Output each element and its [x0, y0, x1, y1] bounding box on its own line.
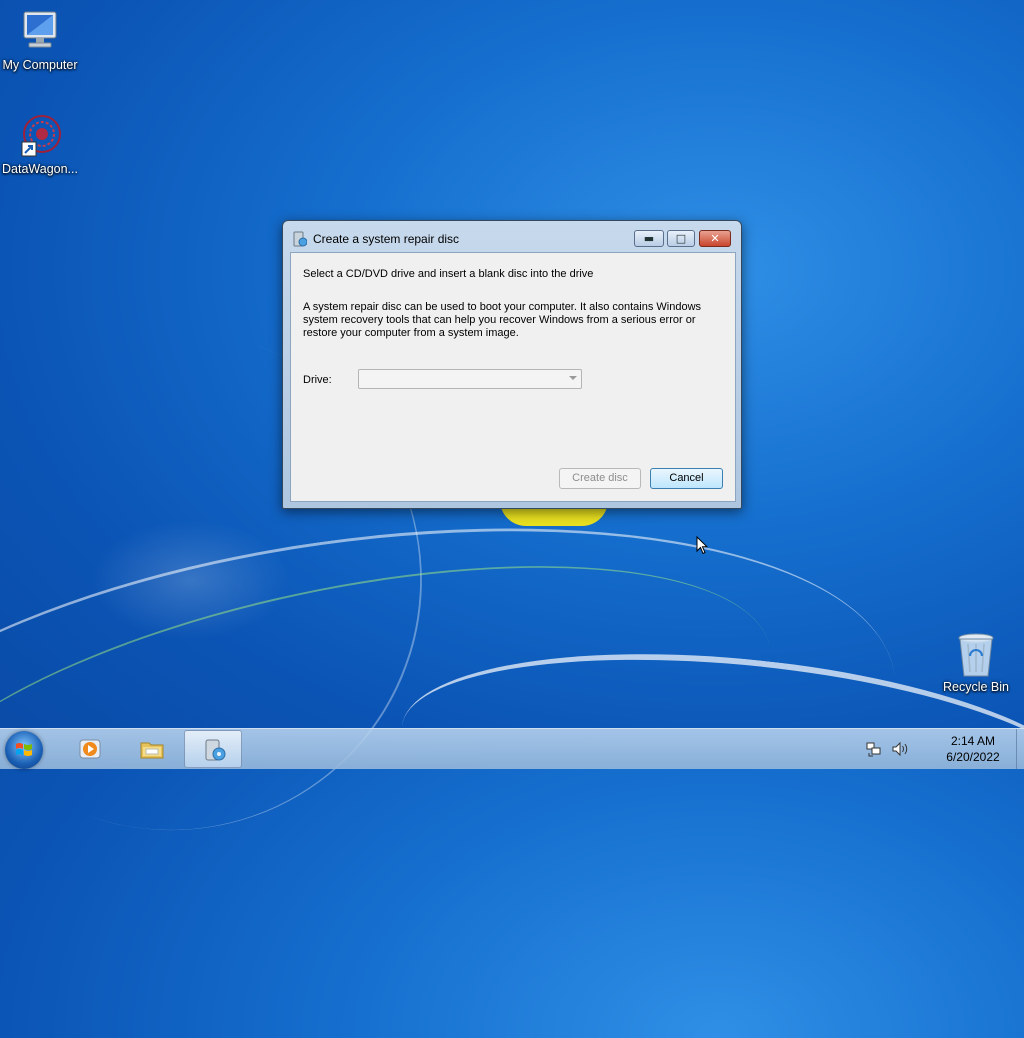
file-explorer-icon [140, 737, 164, 761]
show-desktop-button[interactable] [1016, 729, 1024, 769]
repair-disc-dialog: Create a system repair disc ▬ □ ✕ Select… [282, 220, 742, 509]
recycle-bin-icon [952, 632, 1000, 678]
desktop-icon-recycle-bin[interactable]: Recycle Bin [936, 632, 1016, 694]
create-disc-button[interactable]: Create disc [559, 468, 641, 489]
chevron-down-icon [569, 376, 577, 380]
system-clock[interactable]: 2:14 AM 6/20/2022 [930, 733, 1016, 765]
drive-label: Drive: [303, 374, 332, 386]
mouse-pointer-icon [696, 535, 709, 555]
drive-dropdown[interactable] [358, 369, 582, 389]
windows-logo-icon [15, 741, 33, 759]
network-icon[interactable] [866, 741, 882, 757]
desktop-icon-label: My Computer [2, 58, 78, 72]
taskbar-item-media-player[interactable] [60, 730, 118, 768]
volume-icon[interactable] [892, 741, 910, 757]
clock-date: 6/20/2022 [946, 750, 1000, 764]
dialog-content: Select a CD/DVD drive and insert a blank… [290, 252, 736, 502]
dialog-title: Create a system repair disc [313, 232, 460, 246]
dialog-heading: Select a CD/DVD drive and insert a blank… [303, 268, 594, 280]
start-button[interactable] [5, 731, 43, 769]
close-icon: ✕ [710, 232, 720, 245]
minimize-icon: ▬ [643, 232, 655, 245]
repair-disc-app-icon [203, 738, 227, 762]
maximize-icon: □ [675, 232, 687, 245]
system-tray [866, 741, 910, 757]
dialog-titlebar[interactable]: Create a system repair disc ▬ □ ✕ [283, 221, 741, 255]
cancel-button[interactable]: Cancel [650, 468, 723, 489]
desktop-icon-my-computer[interactable]: My Computer [0, 10, 80, 72]
desktop-icon-label: Recycle Bin [943, 680, 1009, 694]
desktop-icon-label: DataWagon... [2, 162, 78, 176]
taskbar-item-explorer[interactable] [122, 730, 180, 768]
clock-time: 2:14 AM [950, 734, 996, 748]
repair-disc-app-icon [293, 231, 308, 247]
datawagon-shortcut-icon [16, 114, 64, 160]
dialog-description: A system repair disc can be used to boot… [303, 301, 702, 339]
windows-media-player-icon [78, 737, 102, 761]
maximize-button[interactable]: □ [667, 230, 695, 247]
taskbar-item-repair-disc[interactable] [184, 730, 242, 768]
computer-icon [16, 10, 64, 56]
close-button[interactable]: ✕ [699, 230, 731, 247]
taskbar: 2:14 AM 6/20/2022 [0, 728, 1024, 769]
background-glow [90, 520, 290, 640]
desktop-icon-datawagon[interactable]: DataWagon... [0, 114, 80, 176]
minimize-button[interactable]: ▬ [634, 230, 664, 247]
